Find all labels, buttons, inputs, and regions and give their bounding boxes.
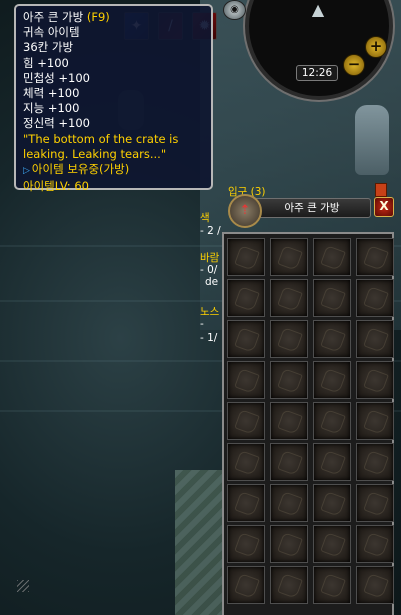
bag-slot[interactable] [313, 238, 351, 276]
bag-slot[interactable] [356, 484, 394, 522]
tooltip-line-bind: 귀속 아이템 [23, 25, 80, 40]
bag-slot[interactable] [313, 320, 351, 358]
tooltip-line-stamina: 체력 +100 [23, 86, 80, 101]
world-map-button[interactable]: ◉ [223, 0, 246, 20]
item-hotkey: (F9) [86, 10, 110, 24]
quest-objective: de [205, 276, 219, 288]
bag-slot[interactable] [270, 238, 308, 276]
bag-slot[interactable] [356, 279, 394, 317]
bag-slot[interactable] [227, 361, 265, 399]
bag-icon: ⇡ [239, 203, 251, 218]
quest-title[interactable]: 바람 [200, 250, 219, 265]
bag-slot[interactable] [313, 525, 351, 563]
bag-slot[interactable] [270, 402, 308, 440]
bag-slot[interactable] [227, 320, 265, 358]
triangle-icon: ▷ [23, 166, 30, 177]
bag-slot[interactable] [227, 566, 265, 604]
bag-slot[interactable] [227, 484, 265, 522]
bag-slot[interactable] [227, 279, 265, 317]
bag-slot[interactable] [270, 361, 308, 399]
bag-slot[interactable] [313, 443, 351, 481]
globe-icon: ◉ [230, 4, 239, 15]
bag-slot[interactable] [270, 443, 308, 481]
zoom-in-button[interactable]: + [365, 36, 387, 58]
tooltip-title: 아주 큰 가방 (F9) [23, 10, 204, 25]
tooltip-line-spirit: 정신력 +100 [23, 116, 90, 131]
minimap-clock[interactable]: 12:26 [296, 65, 338, 81]
quest-objective: - 2 / [200, 225, 221, 237]
bag-slot[interactable] [313, 402, 351, 440]
player-arrow-icon: ▲ [311, 0, 325, 19]
quest-item-icon[interactable] [375, 183, 387, 197]
bag-slot[interactable] [270, 484, 308, 522]
bag-slot[interactable] [227, 443, 265, 481]
bag-slot[interactable] [270, 320, 308, 358]
bag-slot-grid [227, 238, 394, 604]
quest-title[interactable]: 노스 [200, 304, 219, 319]
tooltip-requirement: ▷ 아이템 보유중(가방) [23, 162, 204, 179]
tooltip-line-agility: 민첩성 +100 [23, 70, 90, 85]
tooltip-line-slots: 36칸 가방 [23, 40, 74, 55]
bag-close-button[interactable]: X [374, 197, 394, 217]
bag-slot[interactable] [270, 279, 308, 317]
bag-title[interactable]: 아주 큰 가방 [253, 198, 371, 218]
bag-slot[interactable] [313, 566, 351, 604]
bag-slot[interactable] [270, 566, 308, 604]
tooltip-flavor-text: "The bottom of the crate is leaking. Lea… [23, 131, 179, 161]
bag-slot[interactable] [313, 361, 351, 399]
bag-slot[interactable] [270, 525, 308, 563]
tooltip-item-level: 아이템LV: 60 [23, 179, 89, 194]
bag-slot[interactable] [356, 402, 394, 440]
tooltip-line-strength: 힘 +100 [23, 55, 69, 70]
quest-objective: - 0/ [200, 264, 218, 276]
bag-slot[interactable] [313, 484, 351, 522]
bag-slot[interactable] [227, 402, 265, 440]
resize-grip-icon[interactable] [17, 580, 29, 592]
bag-slot[interactable] [313, 279, 351, 317]
requirement-text: 아이템 보유중(가방) [31, 162, 130, 177]
item-tooltip: 아주 큰 가방 (F9) 귀속 아이템 36칸 가방 힘 +100 민첩성 +1… [14, 4, 213, 193]
bag-slot[interactable] [356, 525, 394, 563]
quest-objective: - [200, 318, 204, 330]
bag-slot[interactable] [356, 566, 394, 604]
zoom-out-button[interactable]: − [343, 54, 365, 76]
quest-objective: - 1/ [200, 332, 218, 344]
bag-slot[interactable] [227, 525, 265, 563]
bag-slot[interactable] [356, 443, 394, 481]
tooltip-line-intellect: 지능 +100 [23, 101, 80, 116]
bag-slot[interactable] [227, 238, 265, 276]
quest-title[interactable]: 색 [200, 210, 210, 225]
item-name: 아주 큰 가방 [23, 10, 84, 24]
guard-npc[interactable] [355, 105, 389, 175]
bag-slot[interactable] [356, 238, 394, 276]
bag-slot[interactable] [356, 361, 394, 399]
bag-slot[interactable] [356, 320, 394, 358]
